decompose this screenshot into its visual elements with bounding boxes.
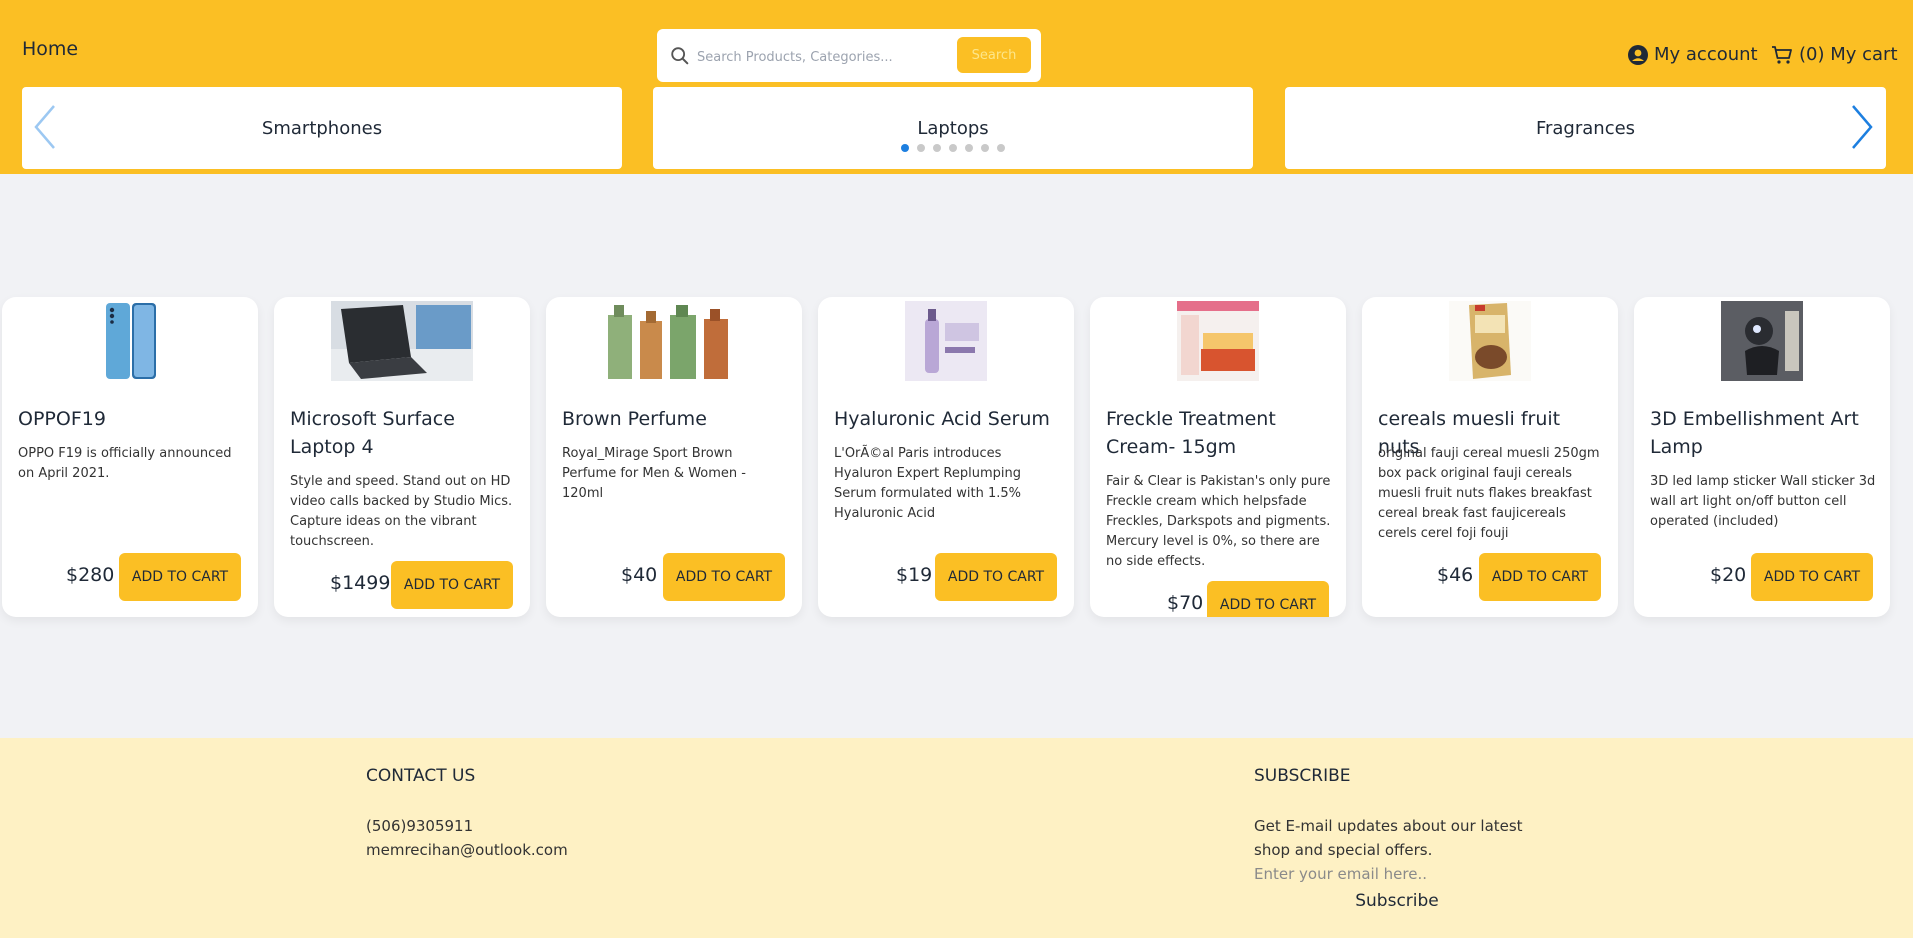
product-title: Hyaluronic Acid Serum (834, 408, 1050, 430)
product-price: $19 (896, 564, 933, 586)
product-image (905, 301, 987, 381)
category-card-laptops[interactable]: Laptops (653, 87, 1253, 169)
product-description: OPPO F19 is officially announced on Apri… (18, 446, 232, 481)
subscribe-text-line: shop and special offers. (1254, 841, 1433, 859)
product-image (1721, 301, 1803, 381)
cart-icon (1772, 45, 1792, 64)
add-to-cart-button[interactable]: ADD TO CART (935, 553, 1057, 601)
user-circle-icon (1628, 44, 1648, 65)
subscribe-button[interactable]: Subscribe (1352, 888, 1442, 914)
footer: CONTACT US (506)9305911 memrecihan@outlo… (0, 738, 1913, 938)
header: Home Search My account (0) My cart Smart… (0, 0, 1913, 174)
carousel-dots (901, 144, 1005, 152)
product-description: L'OrÃ©al Paris introduces Hyaluron Exper… (834, 446, 1021, 521)
add-to-cart-button[interactable]: ADD TO CART (119, 553, 241, 601)
carousel-dot[interactable] (933, 144, 941, 152)
product-card: cereals muesli fruit nuts original fauji… (1362, 297, 1618, 617)
search-input[interactable] (695, 43, 919, 71)
product-title: 3D Embellishment Art Lamp (1650, 408, 1859, 458)
add-to-cart-button[interactable]: ADD TO CART (1751, 553, 1873, 601)
product-title: Freckle Treatment Cream- 15gm (1106, 408, 1276, 458)
product-card: Freckle Treatment Cream- 15gm Fair & Cle… (1090, 297, 1346, 617)
product-description: Fair & Clear is Pakistan's only pure Fre… (1106, 474, 1331, 569)
home-link[interactable]: Home (22, 38, 78, 60)
contact-email: memrecihan@outlook.com (366, 841, 568, 859)
product-description: 3D led lamp sticker Wall sticker 3d wall… (1650, 474, 1876, 529)
search-button[interactable]: Search (957, 37, 1031, 73)
subscribe-title: SUBSCRIBE (1254, 766, 1351, 786)
my-cart-link[interactable]: (0) My cart (1771, 44, 1898, 65)
product-title: Brown Perfume (562, 408, 707, 430)
my-account-link[interactable]: My account (1628, 44, 1758, 65)
add-to-cart-button[interactable]: ADD TO CART (391, 561, 513, 609)
product-description: original fauji cereal muesli 250gm box p… (1378, 446, 1600, 541)
carousel-dot[interactable] (997, 144, 1005, 152)
product-price: $20 (1710, 564, 1747, 586)
my-account-label: My account (1654, 44, 1758, 65)
carousel-prev-icon[interactable] (32, 104, 58, 150)
subscribe-text-line: Get E-mail updates about our latest (1254, 817, 1523, 835)
add-to-cart-button[interactable]: ADD TO CART (663, 553, 785, 601)
product-price: $46 (1437, 564, 1474, 586)
product-title: OPPOF19 (18, 408, 106, 430)
product-image (106, 303, 156, 379)
category-label: Smartphones (261, 117, 383, 139)
product-image (1177, 301, 1259, 381)
my-cart-label: (0) My cart (1799, 44, 1898, 65)
add-to-cart-button[interactable]: ADD TO CART (1207, 581, 1329, 617)
carousel-dot[interactable] (965, 144, 973, 152)
search-icon (671, 47, 689, 65)
product-card: Brown Perfume Royal_Mirage Sport Brown P… (546, 297, 802, 617)
category-card-fragrances[interactable]: Fragrances (1285, 87, 1886, 169)
category-label: Fragrances (1535, 117, 1636, 139)
product-image (331, 301, 473, 381)
product-card: Microsoft Surface Laptop 4 Style and spe… (274, 297, 530, 617)
carousel-dot[interactable] (949, 144, 957, 152)
product-description: Royal_Mirage Sport Brown Perfume for Men… (562, 446, 746, 501)
add-to-cart-button[interactable]: ADD TO CART (1479, 553, 1601, 601)
product-image (608, 305, 728, 379)
category-card-smartphones[interactable]: Smartphones (22, 87, 622, 169)
product-price: $70 (1167, 592, 1204, 614)
contact-title: CONTACT US (366, 766, 476, 786)
category-label: Laptops (917, 117, 989, 139)
carousel-dot[interactable] (917, 144, 925, 152)
carousel-next-icon[interactable] (1849, 104, 1875, 150)
product-card: 3D Embellishment Art Lamp 3D led lamp st… (1634, 297, 1890, 617)
product-description: Style and speed. Stand out on HD video c… (290, 474, 513, 549)
product-image (1449, 301, 1531, 381)
product-card: Hyaluronic Acid Serum L'OrÃ©al Paris int… (818, 297, 1074, 617)
product-card: OPPOF19 OPPO F19 is officially announced… (2, 297, 258, 617)
product-title: Microsoft Surface Laptop 4 (290, 408, 455, 458)
email-input[interactable] (1254, 863, 1514, 885)
search-bar: Search (657, 29, 1041, 82)
product-price: $280 (66, 564, 115, 586)
carousel-dot[interactable] (981, 144, 989, 152)
carousel-dot[interactable] (901, 144, 909, 152)
product-price: $1499 (330, 572, 391, 594)
contact-phone: (506)9305911 (366, 817, 474, 835)
product-price: $40 (621, 564, 658, 586)
